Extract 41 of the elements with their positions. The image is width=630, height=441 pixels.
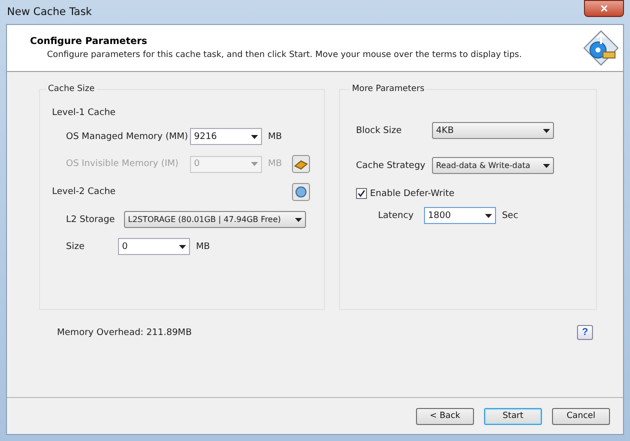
header-description: Configure parameters for this cache task, and then click Start. Move your mouse over the terms to display tips. bbox=[46, 50, 522, 60]
latency-combo-box[interactable]: 1800 bbox=[424, 207, 496, 224]
memory-overhead-text: Memory Overhead: 211.89MB bbox=[57, 328, 192, 338]
field-label: Cache Strategy bbox=[356, 160, 426, 170]
combo-box[interactable]: 9216 bbox=[190, 128, 262, 145]
caret-icon bbox=[251, 134, 258, 138]
help-button[interactable]: ? bbox=[577, 325, 593, 340]
field-label: Latency bbox=[378, 210, 415, 220]
caret-icon bbox=[484, 214, 492, 218]
storage-dropdown[interactable]: L2STORAGE (80.01GB | 47.94GB Free) bbox=[124, 211, 306, 228]
unit-label: Sec bbox=[502, 210, 518, 220]
dialog-button[interactable]: < Back bbox=[416, 408, 474, 424]
field-label: OS Invisible Memory (IM) bbox=[66, 159, 180, 169]
cache-strategy-dropdown[interactable]: Read-data & Write-data bbox=[432, 157, 554, 174]
window-title: New Cache Task bbox=[6, 6, 92, 18]
checkbox[interactable] bbox=[356, 188, 367, 199]
memory-tool-icon[interactable] bbox=[292, 155, 310, 173]
section-title: Level-1 Cache bbox=[52, 108, 117, 118]
block-size-dropdown[interactable]: 4KB bbox=[432, 122, 554, 139]
group-title: Cache Size bbox=[47, 84, 96, 94]
field-label: L2 Storage bbox=[66, 214, 116, 224]
group-title: More Parameters bbox=[350, 84, 426, 94]
header-title: Configure Parameters bbox=[30, 36, 148, 47]
unit-label: MB bbox=[196, 242, 210, 252]
unit-label: MB bbox=[268, 159, 282, 169]
dialog-button[interactable]: Cancel bbox=[552, 408, 610, 424]
caret-icon bbox=[295, 218, 302, 222]
unit-label: MB bbox=[268, 132, 282, 142]
disk-cache-icon bbox=[583, 30, 619, 66]
checkbox-label: Enable Defer-Write bbox=[370, 188, 454, 198]
combo-box: 0 bbox=[190, 156, 262, 172]
field-label: Block Size bbox=[356, 126, 403, 136]
caret-icon bbox=[251, 162, 258, 166]
caret-icon bbox=[179, 244, 186, 248]
section-title: Level-2 Cache bbox=[52, 187, 116, 197]
combo-box[interactable]: 0 bbox=[118, 238, 190, 255]
dialog-button[interactable]: Start bbox=[484, 408, 542, 424]
caret-icon bbox=[542, 164, 550, 168]
caret-icon bbox=[542, 128, 550, 132]
disk-tool-icon[interactable] bbox=[292, 183, 310, 201]
field-label: Size bbox=[66, 242, 86, 252]
